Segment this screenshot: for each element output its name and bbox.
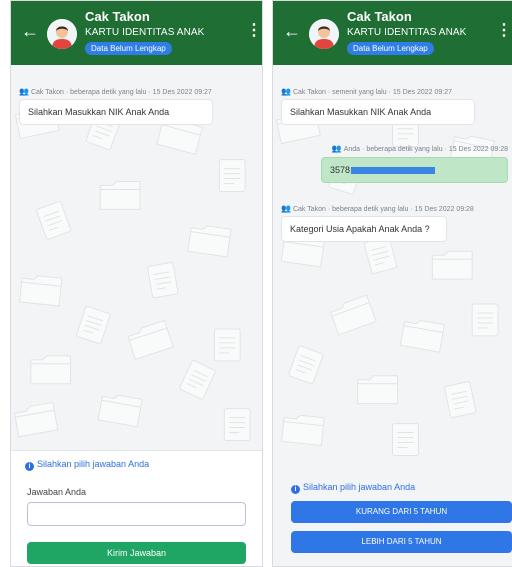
kebab-menu-icon[interactable]: ⋮	[496, 21, 512, 41]
arrow-left-icon[interactable]: ←	[283, 21, 303, 41]
bot-message-bubble: Silahkan Masukkan NIK Anak Anda	[281, 99, 475, 125]
header-subtitle: KARTU IDENTITAS ANAK	[347, 27, 467, 38]
answer-input[interactable]	[27, 502, 246, 526]
chat-header: ← Cak Takon KARTU IDENTITAS ANAK Data Be…	[273, 1, 512, 65]
answer-panel: i Silahkan pilih jawaban Anda KURANG DARI…	[273, 474, 512, 566]
header-title: Cak Takon	[347, 9, 412, 24]
chat-screen-right: ← Cak Takon KARTU IDENTITAS ANAK Data Be…	[272, 0, 512, 567]
avatar	[47, 19, 77, 49]
user-group-icon: 👥	[19, 87, 29, 96]
user-message-bubble: 3578	[321, 157, 508, 183]
status-badge: Data Belum Lengkap	[347, 42, 434, 55]
user-group-icon: 👥	[281, 87, 291, 96]
answer-hint: i Silahkan pilih jawaban Anda	[291, 482, 415, 494]
header-title: Cak Takon	[85, 9, 150, 24]
bot-message-bubble: Silahkan Masukkan NIK Anak Anda	[19, 99, 213, 125]
status-badge: Data Belum Lengkap	[85, 42, 172, 55]
message-meta: 👥 Anda · beberapa detik yang lalu · 15 De…	[331, 144, 508, 153]
user-group-icon: 👥	[281, 204, 291, 213]
info-icon: i	[291, 485, 300, 494]
arrow-left-icon[interactable]: ←	[21, 21, 41, 41]
user-group-icon: 👥	[331, 144, 342, 153]
user-message-text: 3578	[330, 165, 351, 175]
info-icon: i	[25, 462, 34, 471]
kebab-menu-icon[interactable]: ⋮	[246, 21, 262, 41]
chat-screen-left: ← Cak Takon KARTU IDENTITAS ANAK Data Be…	[10, 0, 263, 567]
message-meta: 👥 Cak Takon · semenit yang lalu · 15 Des …	[281, 87, 453, 96]
chat-header: ← Cak Takon KARTU IDENTITAS ANAK Data Be…	[11, 1, 262, 65]
message-meta: 👥 Cak Takon · beberapa detik yang lalu · …	[281, 204, 474, 213]
bot-message-bubble: Kategori Usia Apakah Anak Anda ?	[281, 216, 447, 242]
avatar	[309, 19, 339, 49]
answer-panel: i Silahkan pilih jawaban Anda Jawaban And…	[11, 450, 262, 566]
redacted-value	[351, 167, 436, 175]
submit-answer-button[interactable]: Kirim Jawaban	[27, 542, 246, 564]
option-button-under-5[interactable]: KURANG DARI 5 TAHUN	[291, 501, 512, 523]
answer-field-label: Jawaban Anda	[27, 487, 87, 497]
answer-hint: i Silahkan pilih jawaban Anda	[25, 459, 149, 471]
header-subtitle: KARTU IDENTITAS ANAK	[85, 27, 205, 38]
option-button-over-5[interactable]: LEBIH DARI 5 TAHUN	[291, 531, 512, 553]
message-meta: 👥 Cak Takon · beberapa detik yang lalu · …	[19, 87, 212, 96]
